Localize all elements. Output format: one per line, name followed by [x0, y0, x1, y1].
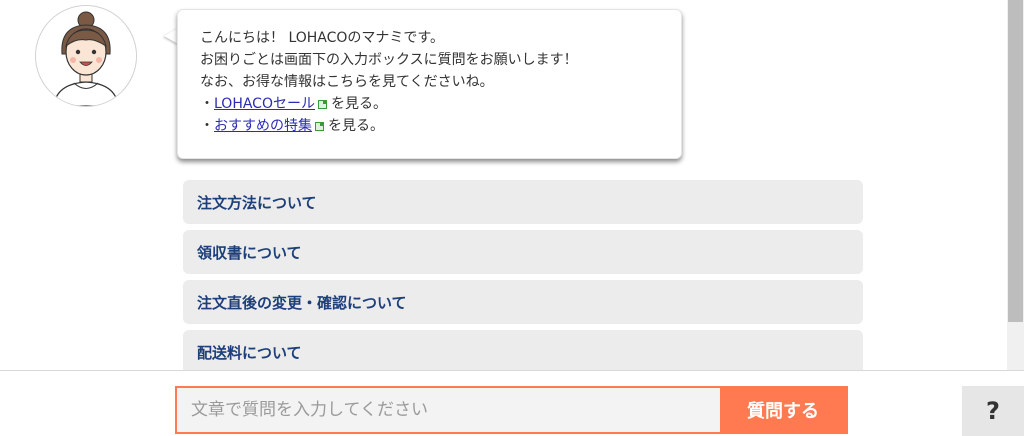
- link-suffix: を見る。: [328, 118, 384, 134]
- question-form: 質問する: [175, 386, 848, 434]
- link-suffix: を見る。: [330, 96, 387, 112]
- faq-item-receipt[interactable]: 領収書について: [183, 230, 863, 274]
- external-link-icon: [317, 100, 327, 109]
- greeting-line-3: なお、お得な情報はこちらを見てくださいね。: [200, 74, 494, 90]
- faq-item-order-method[interactable]: 注文方法について: [183, 180, 863, 224]
- faq-item-shipping-fee[interactable]: 配送料について: [183, 330, 863, 374]
- operator-avatar-icon: [35, 5, 137, 107]
- greeting-bubble: こんにちは！ LOHACOのマナミです。 お困りごとは画面下の入力ボックスに質問…: [177, 9, 682, 159]
- submit-question-button[interactable]: 質問する: [720, 388, 846, 432]
- scrollbar-thumb[interactable]: [1008, 0, 1023, 322]
- feature-link-row: ・おすすめの特集 を見る。: [200, 115, 681, 137]
- greeting-line-1: こんにちは！ LOHACOのマナミです。: [200, 30, 445, 46]
- help-button[interactable]: ?: [962, 386, 1024, 436]
- faq-item-order-change[interactable]: 注文直後の変更・確認について: [183, 280, 863, 324]
- speech-bubble-tail: [164, 28, 178, 44]
- bullet: ・: [200, 118, 214, 134]
- greeting-line-2: お困りごとは画面下の入力ボックスに質問をお願いします！: [200, 52, 578, 68]
- question-input-bar: 質問する ?: [0, 370, 1024, 436]
- faq-list: 注文方法について 領収書について 注文直後の変更・確認について 配送料について: [183, 180, 863, 380]
- lohaco-sale-link[interactable]: LOHACOセール: [214, 96, 315, 112]
- sale-link-row: ・LOHACOセール を見る。: [200, 93, 681, 115]
- recommended-feature-link[interactable]: おすすめの特集: [214, 118, 312, 134]
- external-link-icon: [315, 122, 324, 131]
- bullet: ・: [200, 96, 214, 112]
- question-input[interactable]: [177, 388, 720, 432]
